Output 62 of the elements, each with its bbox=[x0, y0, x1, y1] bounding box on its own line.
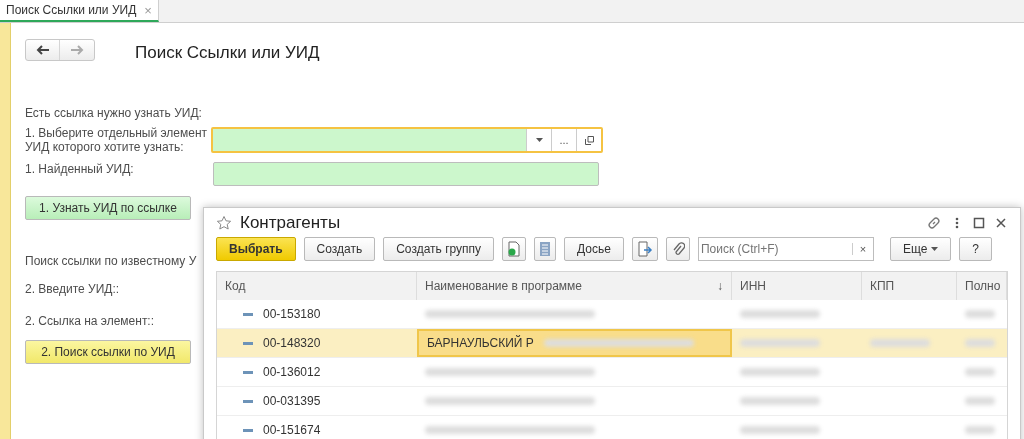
find-link-button[interactable]: 2. Поиск ссылки по УИД bbox=[25, 340, 191, 364]
table-cell: БАРНАУЛЬСКИЙ Р bbox=[427, 336, 534, 350]
toolbar-icon-button[interactable] bbox=[665, 237, 690, 261]
section-heading: Поиск ссылки по известному У bbox=[25, 254, 197, 268]
left-arrow-icon bbox=[35, 45, 50, 55]
toolbar-button[interactable]: Создать группу bbox=[383, 237, 495, 261]
toolbar-icon-button[interactable] bbox=[534, 237, 557, 261]
table-cell: 00-148320 bbox=[263, 336, 321, 350]
more-button[interactable]: ... bbox=[551, 129, 576, 151]
blurred-text bbox=[965, 310, 995, 318]
section-heading: Есть ссылка нужно узнать УИД: bbox=[25, 106, 202, 120]
link-icon[interactable] bbox=[926, 214, 942, 231]
more-menu-button[interactable]: Еще bbox=[889, 237, 952, 261]
item-marker-icon bbox=[243, 399, 253, 403]
column-header[interactable]: Код bbox=[217, 272, 417, 300]
field-label: 1. Выберите отдельный элемент УИД которого хотите узнать: bbox=[25, 126, 209, 154]
find-uid-button[interactable]: 1. Узнать УИД по ссылке bbox=[25, 196, 191, 220]
document-arrow-icon bbox=[636, 241, 653, 257]
select-button[interactable]: Выбрать bbox=[216, 237, 296, 261]
field-label: 1. Найденный УИД: bbox=[25, 162, 135, 176]
column-header[interactable]: Полно bbox=[957, 272, 1007, 300]
caret-icon bbox=[535, 138, 543, 142]
item-marker-icon bbox=[243, 428, 253, 432]
toolbar-button[interactable]: ? bbox=[959, 237, 993, 261]
field-label: 2. Ссылка на элемент:: bbox=[25, 314, 155, 328]
form-title: Поиск Ссылки или УИД bbox=[135, 43, 320, 63]
item-marker-icon bbox=[243, 312, 253, 316]
toolbar-button[interactable]: Создать bbox=[303, 237, 376, 261]
blurred-text bbox=[965, 397, 995, 405]
table-cell: 00-031395 bbox=[263, 394, 321, 408]
table-row[interactable]: 00-148320 БАРНАУЛЬСКИЙ Р bbox=[217, 329, 1007, 358]
blurred-text bbox=[965, 426, 995, 434]
table-cell: 00-151674 bbox=[263, 423, 321, 437]
table-cell: 00-153180 bbox=[263, 307, 321, 321]
element-select-field[interactable]: ... bbox=[211, 127, 603, 153]
found-uid-field[interactable] bbox=[213, 162, 599, 186]
list-icon bbox=[539, 241, 552, 257]
search-field[interactable]: Поиск (Ctrl+F) × bbox=[697, 237, 874, 261]
toolbar-button[interactable]: Досье bbox=[564, 237, 624, 261]
table-cell: 00-136012 bbox=[263, 365, 321, 379]
add-document-icon bbox=[507, 241, 522, 257]
toolbar-icon-button[interactable] bbox=[631, 237, 658, 261]
column-header[interactable]: Наименование в программе ↓ bbox=[417, 272, 732, 300]
column-header[interactable]: ИНН bbox=[732, 272, 862, 300]
item-marker-icon bbox=[243, 341, 253, 345]
field-label: 2. Введите УИД:: bbox=[25, 282, 120, 296]
close-icon[interactable] bbox=[994, 215, 1008, 230]
dialog-title: Контрагенты bbox=[240, 212, 342, 233]
column-header[interactable]: КПП bbox=[862, 272, 957, 300]
clear-button[interactable]: × bbox=[851, 243, 873, 255]
blurred-text bbox=[965, 339, 995, 347]
blurred-text bbox=[870, 339, 930, 347]
item-marker-icon bbox=[243, 370, 253, 374]
open-icon[interactable] bbox=[576, 129, 601, 151]
dropdown-button[interactable] bbox=[526, 129, 551, 151]
blurred-text bbox=[965, 368, 995, 376]
right-arrow-icon bbox=[70, 45, 84, 55]
toolbar-icon-button[interactable] bbox=[502, 237, 527, 261]
maximize-icon[interactable] bbox=[972, 215, 986, 230]
caret-icon bbox=[931, 247, 939, 251]
document-tab[interactable]: Поиск Ссылки или УИД × bbox=[0, 0, 159, 22]
star-icon[interactable] bbox=[216, 214, 232, 231]
